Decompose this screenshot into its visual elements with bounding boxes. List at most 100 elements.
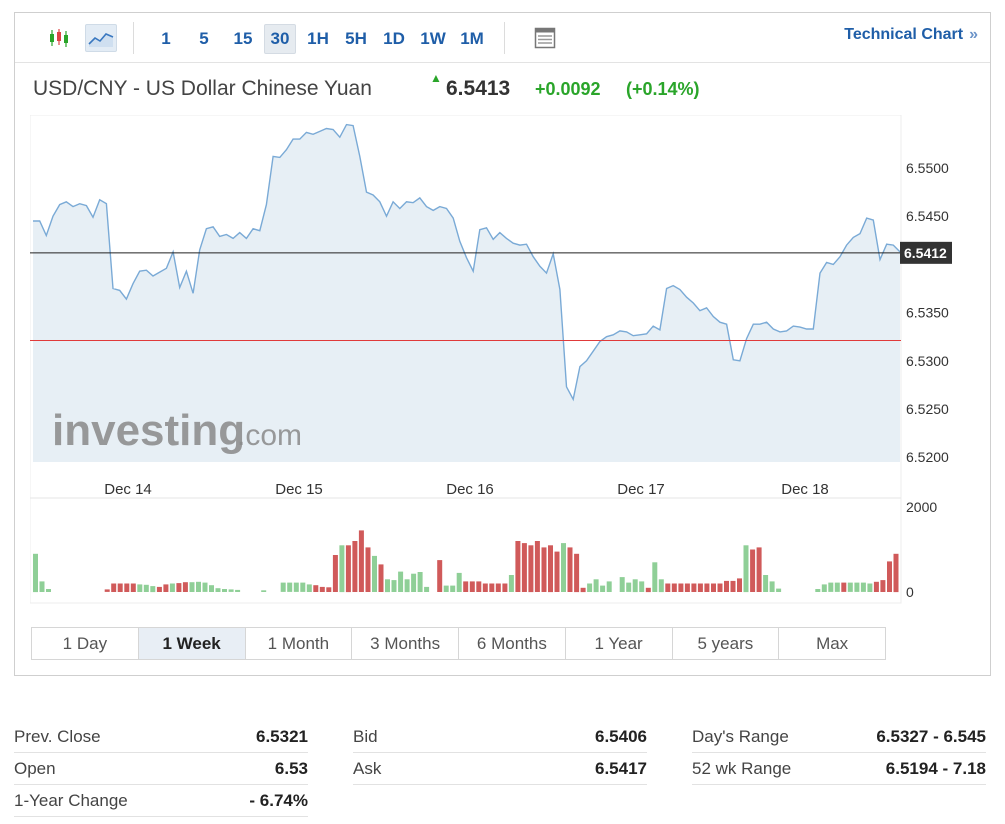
stat-label: Prev. Close — [14, 726, 101, 746]
volume-bar — [834, 582, 840, 592]
price-chart[interactable]: investing.com 6.5500 6.5450 6.5350 6.5300 6.… — [30, 115, 975, 610]
volume-bar — [502, 583, 508, 592]
volume-bar — [508, 575, 514, 592]
volume-bar — [763, 575, 769, 592]
volume-bar — [828, 582, 834, 592]
stat-label: 52 wk Range — [692, 758, 792, 778]
x-axis-label: Dec 14 — [104, 481, 152, 498]
volume-bar — [33, 553, 38, 593]
volume-bar — [300, 582, 306, 592]
volume-bar — [574, 553, 580, 593]
volume-bar — [815, 589, 821, 592]
volume-bar — [182, 582, 188, 592]
volume-bar — [697, 583, 703, 592]
interval-1h[interactable]: 1H — [303, 24, 333, 54]
volume-bar — [639, 581, 645, 592]
volume-bar — [580, 587, 586, 593]
range-1-year[interactable]: 1 Year — [566, 628, 673, 659]
volume-bar — [750, 549, 756, 592]
volume-bar — [515, 541, 521, 592]
interval-5[interactable]: 5 — [191, 24, 217, 54]
volume-bar — [821, 584, 827, 592]
volume-bar — [319, 586, 325, 592]
volume-bar — [163, 584, 169, 592]
volume-bar — [769, 581, 775, 592]
volume-bar — [326, 587, 332, 592]
range-3-months[interactable]: 3 Months — [352, 628, 459, 659]
volume-bar — [619, 577, 625, 592]
watermark-text: investing — [52, 406, 245, 455]
interval-1w[interactable]: 1W — [417, 24, 449, 54]
interval-1d[interactable]: 1D — [379, 24, 409, 54]
volume-bar — [671, 583, 677, 592]
volume-bar — [404, 579, 410, 593]
x-axis-label: Dec 17 — [617, 481, 665, 498]
stat-value: 6.5406 — [595, 726, 647, 746]
y-axis-label: 6.5350 — [906, 305, 949, 321]
volume-bar — [554, 551, 560, 592]
volume-bar — [893, 553, 899, 593]
last-price: 6.5413 — [446, 77, 511, 100]
volume-bar — [39, 581, 45, 592]
layout-icon[interactable] — [529, 24, 561, 52]
volume-bar — [567, 547, 573, 592]
interval-30[interactable]: 30 — [264, 24, 296, 54]
interval-1m[interactable]: 1M — [456, 24, 488, 54]
volume-bar — [841, 582, 847, 592]
volume-bar — [528, 545, 534, 593]
volume-bar — [587, 583, 593, 592]
interval-5h[interactable]: 5H — [341, 24, 371, 54]
range-1-week[interactable]: 1 Week — [138, 628, 246, 659]
volume-bar — [202, 582, 208, 592]
volume-bar — [860, 582, 866, 592]
volume-bar — [111, 583, 117, 592]
interval-1[interactable]: 1 — [153, 24, 179, 54]
volume-bar — [228, 589, 234, 592]
y-axis-label: 6.5250 — [906, 401, 949, 417]
volume-bar — [593, 579, 599, 593]
toolbar-divider — [133, 22, 134, 54]
chevron-right-icon: » — [969, 26, 978, 43]
volume-bar — [606, 581, 612, 592]
volume-bar — [332, 555, 338, 592]
volume-bar — [424, 586, 430, 592]
range-1-day[interactable]: 1 Day — [32, 628, 139, 659]
volume-bar — [756, 547, 762, 592]
volume-bar — [235, 589, 241, 592]
stat-label: Ask — [353, 758, 382, 778]
volume-bar — [411, 573, 417, 592]
volume-bar — [339, 545, 345, 593]
volume-bar — [287, 582, 293, 592]
up-arrow-icon: ▲ — [430, 71, 442, 85]
volume-bar — [704, 583, 710, 592]
volume-bar — [645, 587, 651, 593]
volume-bar — [887, 561, 892, 592]
range-selector: 1 Day 1 Week 1 Month 3 Months 6 Months 1… — [31, 627, 886, 660]
volume-bar — [46, 589, 51, 592]
volume-bar — [652, 562, 658, 592]
volume-bar — [169, 583, 175, 592]
current-price-text: 6.5412 — [904, 245, 947, 261]
volume-bar — [678, 583, 684, 592]
stat-row-ask: Ask 6.5417 — [353, 753, 647, 785]
range-6-months[interactable]: 6 Months — [459, 628, 566, 659]
volume-bar — [358, 530, 364, 592]
instrument-title: USD/CNY - US Dollar Chinese Yuan — [33, 77, 372, 100]
technical-chart-link[interactable]: Technical Chart » — [844, 26, 978, 44]
x-axis-label: Dec 15 — [275, 481, 323, 498]
range-5-years[interactable]: 5 years — [673, 628, 780, 659]
range-max[interactable]: Max — [779, 628, 885, 659]
line-chart-icon[interactable] — [85, 24, 117, 52]
volume-bar — [104, 589, 110, 592]
candlestick-icon[interactable] — [43, 24, 75, 52]
y-axis-label: 6.5450 — [906, 208, 949, 224]
range-1-month[interactable]: 1 Month — [246, 628, 353, 659]
volume-bars — [33, 530, 899, 593]
volume-bar — [293, 582, 299, 592]
interval-15[interactable]: 15 — [227, 24, 259, 54]
stat-row-1-year-change: 1-Year Change - 6.74% — [14, 785, 308, 817]
volume-bar — [443, 585, 449, 592]
volume-bar — [130, 583, 136, 592]
volume-axis-label: 0 — [906, 584, 914, 600]
volume-bar — [495, 583, 501, 592]
